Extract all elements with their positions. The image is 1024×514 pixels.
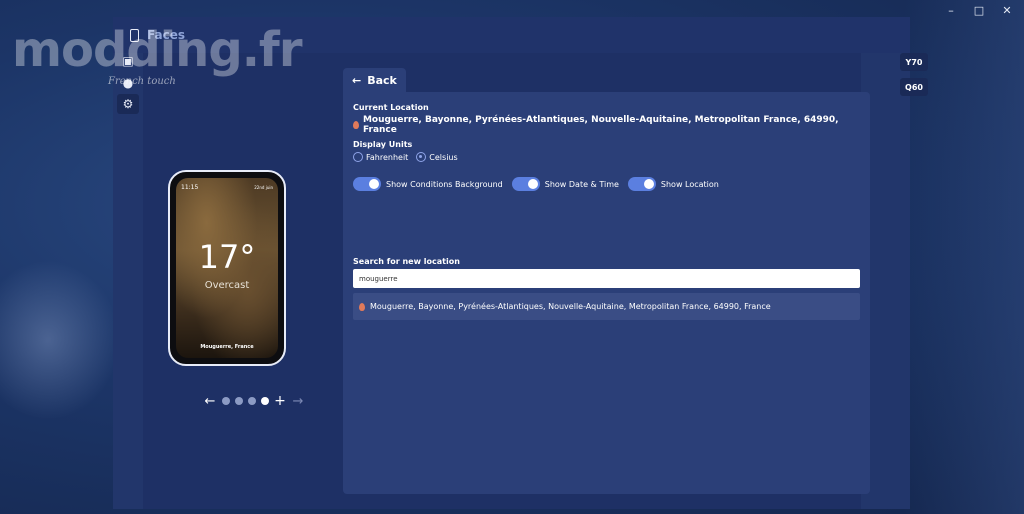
current-location-value: Mouguerre, Bayonne, Pyrénées-Atlantiques… bbox=[362, 115, 839, 135]
carousel-dot[interactable] bbox=[222, 397, 230, 405]
gear-icon: ⚙ bbox=[122, 97, 134, 111]
sidebar-item-settings[interactable]: ⚙ bbox=[117, 94, 139, 114]
toggle-label: Show Conditions Background bbox=[386, 179, 503, 189]
preview-location: Mouguerre, France bbox=[200, 344, 254, 350]
celsius-label: Celsius bbox=[429, 152, 458, 162]
preview-time: 11:15 bbox=[181, 184, 199, 191]
toggle-location[interactable]: Show Location bbox=[627, 177, 719, 191]
location-pin-icon bbox=[353, 121, 359, 129]
toggle-knob bbox=[369, 179, 379, 189]
search-label: Search for new location bbox=[353, 257, 460, 266]
device-button-y70[interactable]: Y70 bbox=[900, 53, 928, 71]
window-controls: – □ ✕ bbox=[944, 4, 1014, 17]
toggle-date-time[interactable]: Show Date & Time bbox=[511, 177, 619, 191]
carousel-dot[interactable] bbox=[235, 397, 243, 405]
current-location: Mouguerre, Bayonne, Pyrénées-Atlantiques… bbox=[353, 115, 870, 135]
prev-face-button[interactable]: ← bbox=[203, 394, 217, 409]
back-button[interactable]: ← Back bbox=[343, 68, 406, 92]
toggle-conditions-background[interactable]: Show Conditions Background bbox=[353, 177, 503, 191]
device-button-q60[interactable]: Q60 bbox=[900, 78, 928, 96]
content-area: 11:15 22nd juin 17° Overcast Mouguerre, … bbox=[143, 53, 928, 509]
celsius-radio[interactable]: Celsius bbox=[416, 152, 458, 162]
carousel-dot[interactable] bbox=[248, 397, 256, 405]
toggle-switch[interactable] bbox=[511, 177, 540, 191]
phone-screen: 11:15 22nd juin 17° Overcast Mouguerre, … bbox=[176, 178, 278, 358]
preview-condition: Overcast bbox=[204, 280, 250, 291]
radio-circle-checked[interactable] bbox=[416, 152, 427, 162]
app-window: Faces ▣ ● ⚙ 11:15 22nd juin 17° Overcast… bbox=[113, 17, 928, 509]
preview-panel: 11:15 22nd juin 17° Overcast Mouguerre, … bbox=[143, 53, 313, 509]
face-carousel: ← + → bbox=[203, 393, 305, 409]
back-arrow-icon: ← bbox=[352, 73, 362, 87]
display-units-label: Display Units bbox=[353, 140, 413, 149]
fahrenheit-label: Fahrenheit bbox=[366, 152, 409, 162]
fahrenheit-radio[interactable]: Fahrenheit bbox=[353, 152, 408, 162]
preview-date: 22nd juin bbox=[254, 185, 273, 190]
toggle-row: Show Conditions Background Show Date & T… bbox=[353, 177, 719, 191]
preview-temperature: 17° bbox=[198, 238, 256, 276]
next-face-button[interactable]: → bbox=[291, 394, 305, 409]
minimize-button[interactable]: – bbox=[944, 4, 958, 17]
back-label: Back bbox=[367, 73, 397, 87]
toggle-label: Show Location bbox=[660, 179, 719, 189]
current-location-label: Current Location bbox=[353, 103, 429, 112]
search-result-item[interactable]: Mouguerre, Bayonne, Pyrénées-Atlantiques… bbox=[353, 293, 860, 320]
search-result-text: Mouguerre, Bayonne, Pyrénées-Atlantiques… bbox=[370, 302, 771, 311]
watermark-subtext: French touch bbox=[108, 76, 176, 87]
radio-circle[interactable] bbox=[353, 152, 363, 162]
settings-panel: Current Location Mouguerre, Bayonne, Pyr… bbox=[343, 92, 870, 494]
toggle-knob bbox=[643, 179, 654, 189]
units-radio-group: Fahrenheit Celsius bbox=[353, 152, 458, 162]
toggle-label: Show Date & Time bbox=[544, 179, 619, 189]
maximize-button[interactable]: □ bbox=[972, 4, 986, 17]
carousel-dot-active[interactable] bbox=[261, 397, 269, 405]
toggle-knob bbox=[527, 179, 538, 189]
phone-preview: 11:15 22nd juin 17° Overcast Mouguerre, … bbox=[168, 170, 286, 366]
location-pin-icon bbox=[359, 302, 365, 311]
location-search-input[interactable] bbox=[353, 269, 860, 288]
watermark-logo: modding.fr bbox=[12, 22, 302, 78]
toggle-switch[interactable] bbox=[627, 177, 656, 191]
add-face-button[interactable]: + bbox=[274, 393, 286, 409]
close-button[interactable]: ✕ bbox=[1000, 4, 1014, 17]
wallpaper-streak bbox=[0, 260, 120, 420]
toggle-switch[interactable] bbox=[353, 177, 381, 191]
